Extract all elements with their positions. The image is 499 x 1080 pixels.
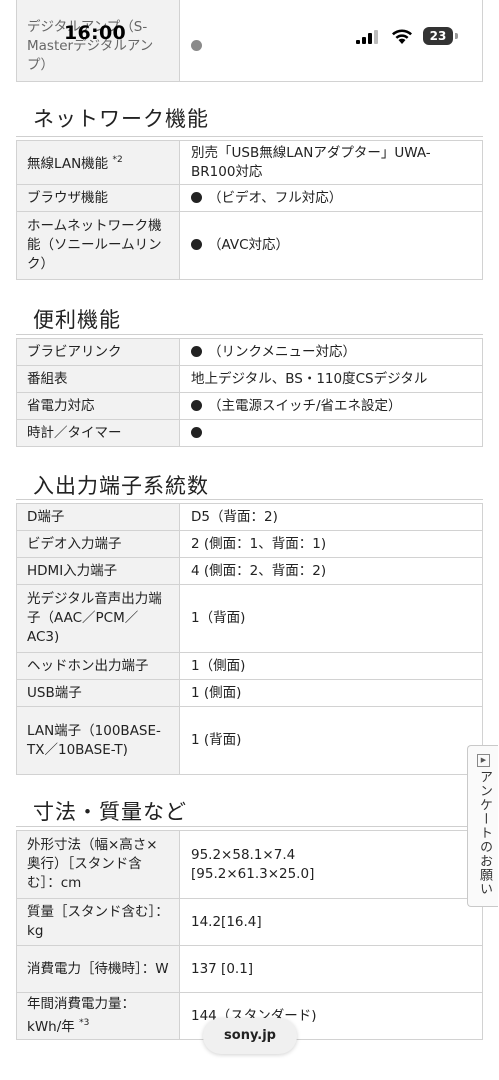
row-label: 年間消費電力量：kWh/年	[27, 996, 135, 1035]
row-label: ヘッドホン出力端子	[16, 652, 180, 680]
survey-tab-label: アンケートのお願い	[477, 770, 492, 896]
row-value: 137 [0.1]	[179, 945, 483, 993]
table-row: 外形寸法（幅×高さ×奥行）［スタンド含む］：cm 95.2×58.1×7.4 [9…	[16, 830, 483, 899]
table-row: ヘッドホン出力端子 1（側面)	[16, 652, 483, 680]
row-label: USB端子	[16, 679, 180, 707]
row-value: （AVC対応）	[208, 237, 290, 253]
section-title-convenience: 便利機能	[33, 308, 121, 332]
row-label: HDMI入力端子	[16, 557, 180, 585]
row-value: 14.2[16.4]	[179, 898, 483, 946]
row-label: ブラビアリンク	[16, 338, 180, 366]
row-value: （主電源スイッチ/省エネ設定）	[208, 397, 402, 414]
row-label: 質量［スタンド含む］：kg	[16, 898, 180, 946]
table-row: 無線LAN機能 *2 別売「USB無線LANアダプター」UWA-BR100対応	[16, 140, 483, 185]
row-label: 外形寸法（幅×高さ×奥行）［スタンド含む］：cm	[16, 830, 180, 899]
table-row: LAN端子（100BASE-TX／10BASE-T) 1 (背面)	[16, 706, 483, 775]
supported-dot-icon	[191, 239, 202, 250]
status-bar: 16:00 23	[0, 0, 499, 62]
row-label: 時計／タイマー	[16, 419, 180, 447]
table-row: 光デジタル音声出力端子（AAC／PCM／AC3) 1（背面)	[16, 584, 483, 653]
row-value: （ビデオ、フル対応）	[208, 189, 343, 206]
section-divider	[16, 334, 483, 335]
row-value: 1（側面)	[179, 652, 483, 680]
row-label: ビデオ入力端子	[16, 530, 180, 558]
row-label: ブラウザ機能	[16, 184, 180, 212]
wifi-icon	[392, 29, 412, 44]
row-label: 消費電力［待機時］：W	[16, 945, 180, 993]
section-title-dimensions: 寸法・質量など	[33, 800, 187, 824]
table-row: ビデオ入力端子 2 (側面：1、背面：1)	[16, 530, 483, 558]
section-title-io: 入出力端子系統数	[33, 474, 209, 498]
row-value: 95.2×58.1×7.4	[191, 846, 296, 863]
url-bar[interactable]: sony.jp	[203, 1018, 297, 1054]
table-row: ブラウザ機能 （ビデオ、フル対応）	[16, 184, 483, 212]
table-row: 消費電力［待機時］：W 137 [0.1]	[16, 945, 483, 993]
row-label: D端子	[16, 503, 180, 531]
survey-tab[interactable]: ▶ アンケートのお願い	[467, 745, 498, 907]
table-row: ホームネットワーク機能（ソニールームリンク） （AVC対応）	[16, 211, 483, 280]
row-label: 番組表	[16, 365, 180, 393]
section-divider	[16, 826, 483, 827]
table-row: 時計／タイマー	[16, 419, 483, 447]
table-row: 番組表 地上デジタル、BS・110度CSデジタル	[16, 365, 483, 393]
supported-dot-icon	[191, 345, 202, 357]
section-divider	[16, 499, 483, 500]
row-value: 4 (側面：2、背面：2)	[179, 557, 483, 585]
row-label: ホームネットワーク機能（ソニールームリンク）	[16, 211, 180, 280]
row-value: 2 (側面：1、背面：1)	[179, 530, 483, 558]
section-title-network: ネットワーク機能	[33, 107, 209, 131]
footnote-mark: *3	[79, 1018, 90, 1028]
table-row: 省電力対応 （主電源スイッチ/省エネ設定）	[16, 392, 483, 420]
table-convenience: ブラビアリンク （リンクメニュー対応） 番組表 地上デジタル、BS・110度CS…	[16, 338, 483, 447]
table-row: D端子 D5（背面：2)	[16, 503, 483, 531]
row-value: D5（背面：2)	[179, 503, 483, 531]
table-row: USB端子 1 (側面)	[16, 679, 483, 707]
table-dimensions: 外形寸法（幅×高さ×奥行）［スタンド含む］：cm 95.2×58.1×7.4 [9…	[16, 830, 483, 1040]
status-time: 16:00	[64, 22, 126, 44]
row-label: LAN端子（100BASE-TX／10BASE-T)	[16, 706, 180, 775]
battery-tip	[455, 33, 458, 39]
row-label: 光デジタル音声出力端子（AAC／PCM／AC3)	[16, 584, 180, 653]
supported-dot-icon	[191, 191, 202, 203]
row-value: （リンクメニュー対応）	[208, 343, 356, 360]
row-label: 省電力対応	[16, 392, 180, 420]
table-row: 質量［スタンド含む］：kg 14.2[16.4]	[16, 898, 483, 946]
row-value: 地上デジタル、BS・110度CSデジタル	[179, 365, 483, 393]
section-divider	[16, 136, 483, 137]
battery-icon: 23	[423, 27, 453, 45]
footnote-mark: *2	[112, 155, 123, 165]
table-io: D端子 D5（背面：2) ビデオ入力端子 2 (側面：1、背面：1) HDMI入…	[16, 503, 483, 775]
row-value: 1（背面)	[179, 584, 483, 653]
play-icon: ▶	[477, 754, 490, 767]
table-row: ブラビアリンク （リンクメニュー対応）	[16, 338, 483, 366]
table-row: HDMI入力端子 4 (側面：2、背面：2)	[16, 557, 483, 585]
row-value: 1 (背面)	[179, 706, 483, 775]
table-network: 無線LAN機能 *2 別売「USB無線LANアダプター」UWA-BR100対応 …	[16, 140, 483, 280]
cellular-signal-icon	[356, 30, 378, 44]
row-value: 1 (側面)	[179, 679, 483, 707]
row-value-secondary: [95.2×61.3×25.0]	[191, 865, 315, 882]
row-label: 無線LAN機能	[27, 156, 109, 172]
supported-dot-icon	[191, 399, 202, 411]
supported-dot-icon	[191, 426, 202, 438]
row-value: 別売「USB無線LANアダプター」UWA-BR100対応	[179, 140, 483, 185]
